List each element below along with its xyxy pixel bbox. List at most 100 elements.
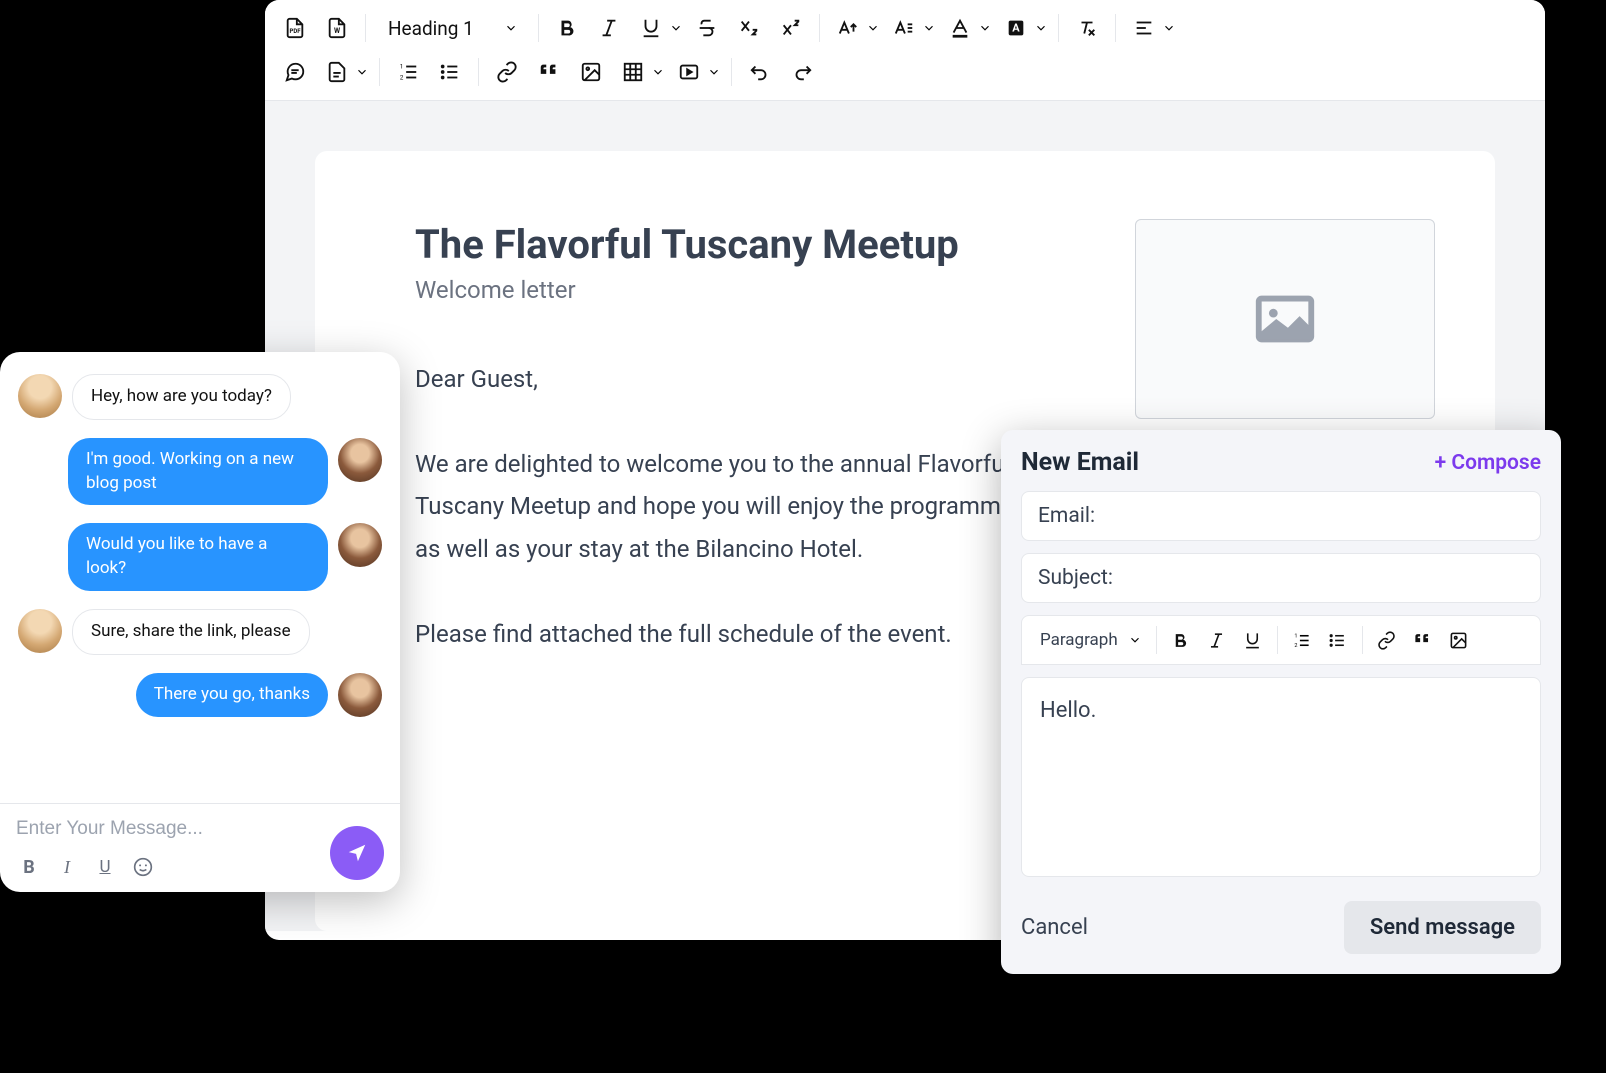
paragraph-dropdown[interactable]: Paragraph — [1030, 622, 1150, 658]
email-compose-panel: New Email + Compose Email: Subject: Para… — [1001, 430, 1561, 974]
email-to-field[interactable]: Email: — [1021, 491, 1541, 541]
chat-format-row: B I U — [16, 854, 384, 880]
font-family-icon[interactable] — [884, 8, 924, 48]
font-size-icon[interactable] — [828, 8, 868, 48]
svg-text:1: 1 — [400, 62, 404, 70]
image-placeholder[interactable] — [1135, 219, 1435, 419]
quote-icon[interactable] — [1405, 622, 1441, 658]
chat-input-area: B I U — [0, 803, 400, 892]
table-chevron[interactable] — [649, 52, 667, 92]
message-bubble: Hey, how are you today? — [72, 374, 291, 420]
toolbar-separator — [365, 14, 366, 42]
bold-icon[interactable]: B — [16, 854, 42, 880]
send-button[interactable] — [330, 826, 384, 880]
message-row: Hey, how are you today? — [18, 374, 382, 420]
align-icon[interactable] — [1124, 8, 1164, 48]
chat-input[interactable] — [16, 818, 384, 840]
italic-icon[interactable] — [589, 8, 629, 48]
template-icon[interactable] — [317, 52, 357, 92]
template-chevron[interactable] — [353, 52, 371, 92]
superscript-icon[interactable] — [771, 8, 811, 48]
font-family-chevron[interactable] — [920, 8, 938, 48]
link-icon[interactable] — [487, 52, 527, 92]
doc-paragraph-1: We are delighted to welcome you to the a… — [415, 443, 1035, 571]
image-icon[interactable] — [571, 52, 611, 92]
chevron-down-icon — [1128, 633, 1142, 647]
clear-formatting-icon[interactable] — [1067, 8, 1107, 48]
email-body-text: Hello. — [1040, 698, 1522, 723]
link-icon[interactable] — [1369, 622, 1405, 658]
align-chevron[interactable] — [1160, 8, 1178, 48]
numbered-list-icon[interactable]: 12 — [388, 52, 428, 92]
bullet-list-icon[interactable] — [1320, 622, 1356, 658]
comment-icon[interactable] — [275, 52, 315, 92]
font-color-icon[interactable] — [940, 8, 980, 48]
message-row: Sure, share the link, please — [18, 609, 382, 655]
email-to-label: Email: — [1038, 504, 1095, 528]
send-icon — [346, 842, 368, 864]
email-body-editor[interactable]: Hello. — [1021, 677, 1541, 877]
undo-icon[interactable] — [740, 52, 780, 92]
toolbar-separator — [1115, 14, 1116, 42]
strikethrough-icon[interactable] — [687, 8, 727, 48]
numbered-list-icon[interactable]: 12 — [1284, 622, 1320, 658]
chevron-down-icon — [504, 21, 518, 35]
highlight-chevron[interactable] — [1032, 8, 1050, 48]
svg-text:A: A — [1012, 22, 1020, 35]
toolbar-separator — [538, 14, 539, 42]
font-color-chevron[interactable] — [976, 8, 994, 48]
toolbar-separator — [1058, 14, 1059, 42]
toolbar-separator — [1362, 626, 1363, 654]
email-footer: Cancel Send message — [1021, 901, 1541, 954]
toolbar-row-2: 12 — [275, 50, 1535, 94]
heading-dropdown[interactable]: Heading 1 — [374, 8, 530, 48]
compose-button[interactable]: + Compose — [1435, 451, 1541, 475]
message-row: There you go, thanks — [18, 673, 382, 717]
underline-icon[interactable] — [631, 8, 671, 48]
message-row: Would you like to have a look? — [18, 523, 382, 591]
avatar — [338, 673, 382, 717]
font-size-chevron[interactable] — [864, 8, 882, 48]
highlight-icon[interactable]: A — [996, 8, 1036, 48]
email-subject-field[interactable]: Subject: — [1021, 553, 1541, 603]
chat-message-list: Hey, how are you today? I'm good. Workin… — [0, 352, 400, 803]
media-icon[interactable] — [669, 52, 709, 92]
message-bubble: Sure, share the link, please — [72, 609, 310, 655]
paragraph-dropdown-label: Paragraph — [1040, 630, 1118, 650]
email-toolbar: Paragraph 12 — [1021, 615, 1541, 665]
bold-icon[interactable] — [1163, 622, 1199, 658]
message-bubble: Would you like to have a look? — [68, 523, 328, 591]
image-icon[interactable] — [1441, 622, 1477, 658]
avatar — [338, 438, 382, 482]
underline-chevron[interactable] — [667, 8, 685, 48]
toolbar-separator — [478, 58, 479, 86]
cancel-button[interactable]: Cancel — [1021, 915, 1088, 940]
emoji-icon[interactable] — [130, 854, 156, 880]
redo-icon[interactable] — [782, 52, 822, 92]
editor-toolbar: PDF W Heading 1 A — [265, 0, 1545, 101]
quote-icon[interactable] — [529, 52, 569, 92]
toolbar-separator — [819, 14, 820, 42]
chat-widget: Hey, how are you today? I'm good. Workin… — [0, 352, 400, 892]
export-pdf-icon[interactable]: PDF — [275, 8, 315, 48]
doc-paragraph-2: Please find attached the full schedule o… — [415, 613, 1035, 656]
italic-icon[interactable]: I — [54, 854, 80, 880]
export-word-icon[interactable]: W — [317, 8, 357, 48]
underline-icon[interactable] — [1235, 622, 1271, 658]
document-body[interactable]: Dear Guest, We are delighted to welcome … — [415, 358, 1035, 656]
doc-greeting: Dear Guest, — [415, 358, 1035, 401]
svg-text:2: 2 — [1295, 642, 1298, 648]
subscript-icon[interactable] — [729, 8, 769, 48]
send-message-button[interactable]: Send message — [1344, 901, 1541, 954]
avatar — [18, 374, 62, 418]
toolbar-separator — [1156, 626, 1157, 654]
media-chevron[interactable] — [705, 52, 723, 92]
heading-dropdown-label: Heading 1 — [388, 17, 474, 40]
bullet-list-icon[interactable] — [430, 52, 470, 92]
table-icon[interactable] — [613, 52, 653, 92]
underline-icon[interactable]: U — [92, 854, 118, 880]
message-row: I'm good. Working on a new blog post — [18, 438, 382, 506]
bold-icon[interactable] — [547, 8, 587, 48]
italic-icon[interactable] — [1199, 622, 1235, 658]
avatar — [338, 523, 382, 567]
